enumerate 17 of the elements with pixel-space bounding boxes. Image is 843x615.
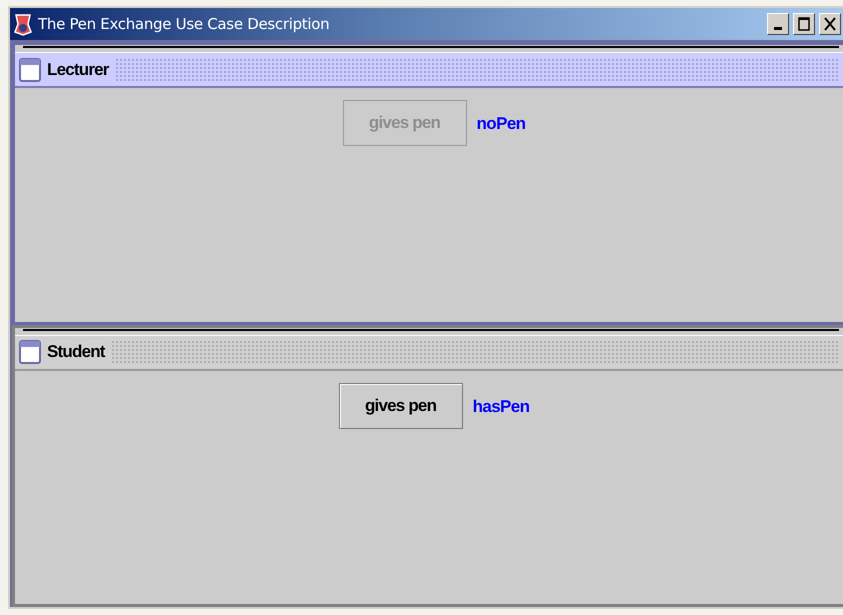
maximize-icon [798, 17, 810, 31]
window-icon [19, 58, 41, 82]
frame-title: Lecturer [47, 60, 109, 80]
pen-status: hasPen [472, 396, 530, 416]
frame-title-bar[interactable]: Lecturer [15, 52, 843, 88]
frame-title: Student [47, 342, 105, 362]
window-title: The Pen Exchange Use Case Description [38, 15, 330, 33]
minimize-button[interactable] [767, 13, 789, 35]
maximize-button[interactable] [793, 13, 815, 35]
gives-pen-button[interactable]: gives pen [338, 382, 463, 428]
close-icon [824, 17, 836, 31]
pen-status: noPen [476, 114, 526, 134]
close-button[interactable] [819, 13, 841, 35]
app-icon [12, 12, 34, 36]
window-icon [19, 340, 41, 364]
minimize-icon [774, 26, 782, 30]
frame-title-bar[interactable]: Student [15, 334, 843, 370]
